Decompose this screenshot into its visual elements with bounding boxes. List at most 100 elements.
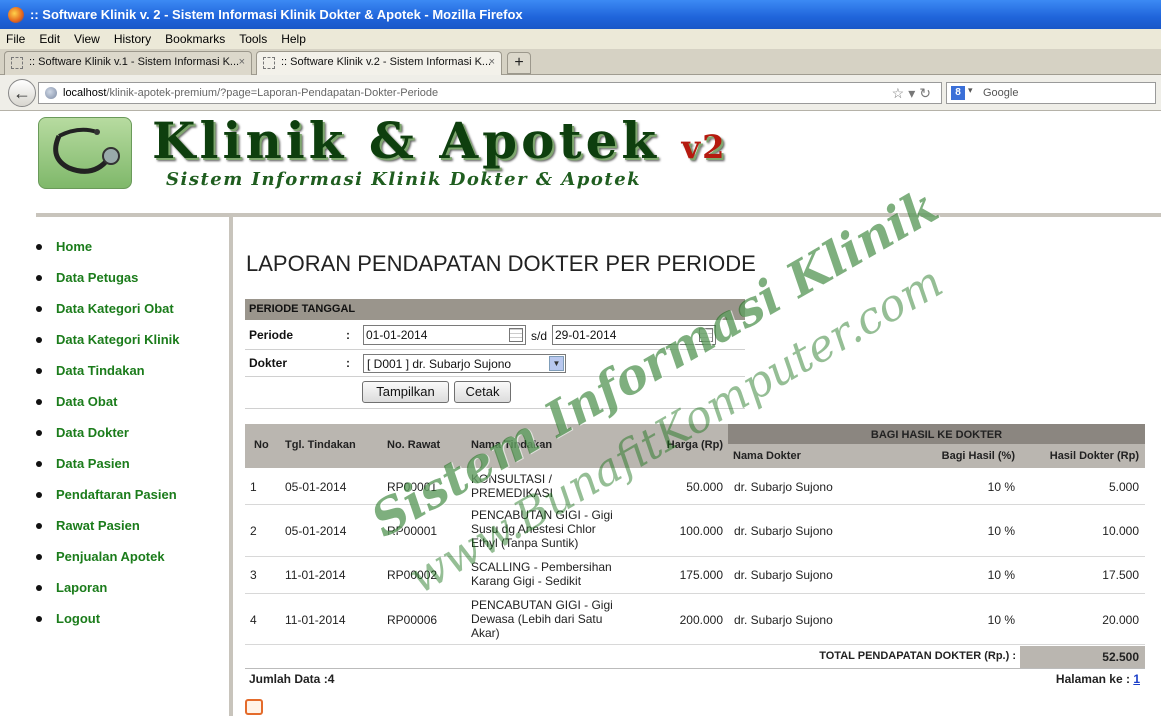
tampilkan-button[interactable]: Tampilkan xyxy=(362,381,449,403)
sidebar-item-data-obat[interactable]: Data Obat xyxy=(36,386,226,417)
sidebar-item-data-kategori-klinik[interactable]: Data Kategori Klinik xyxy=(36,324,226,355)
page-title: LAPORAN PENDAPATAN DOKTER PER PERIODE xyxy=(246,251,756,276)
sidebar-item-pendaftaran-pasien[interactable]: Pendaftaran Pasien xyxy=(36,479,226,510)
sidebar-item-data-petugas[interactable]: Data Petugas xyxy=(36,262,226,293)
cell-no: 2 xyxy=(250,524,257,538)
col-header-group-bagi-hasil: BAGI HASIL KE DOKTER xyxy=(870,429,1003,441)
col-header-no: No xyxy=(254,439,269,451)
tab-label: :: Software Klinik v.1 - Sistem Informas… xyxy=(29,56,240,68)
col-header-tgl-tindakan: Tgl. Tindakan xyxy=(285,439,356,451)
calendar-icon[interactable] xyxy=(509,328,523,342)
sidebar-item-data-pasien[interactable]: Data Pasien xyxy=(36,448,226,479)
window-titlebar: :: Software Klinik v. 2 - Sistem Informa… xyxy=(0,0,1161,29)
sidebar-item-data-kategori-obat[interactable]: Data Kategori Obat xyxy=(36,293,226,324)
tab-software-klinik-v1[interactable]: :: Software Klinik v.1 - Sistem Informas… xyxy=(4,51,252,75)
jumlah-label: Jumlah Data : xyxy=(249,672,328,686)
cell-tgl: 05-01-2014 xyxy=(285,524,347,538)
page-icon xyxy=(263,57,275,69)
dokter-select[interactable]: [ D001 ] dr. Subarjo Sujono ▼ xyxy=(363,354,566,373)
cell-nama-dokter: dr. Subarjo Sujono xyxy=(734,568,833,582)
cell-no: 4 xyxy=(250,613,257,627)
cell-harga: 175.000 xyxy=(679,568,723,582)
pagination: Halaman ke : 1 xyxy=(1000,672,1140,686)
form-divider xyxy=(245,408,745,409)
col-header-no-rawat: No. Rawat xyxy=(387,439,441,451)
menu-view[interactable]: View xyxy=(74,32,100,46)
dokter-colon: : xyxy=(346,356,350,370)
new-tab-button[interactable]: + xyxy=(507,52,531,74)
cell-no-rawat: RP00001 xyxy=(387,524,438,538)
dokter-selected-value: [ D001 ] dr. Subarjo Sujono xyxy=(367,357,512,371)
cetak-button[interactable]: Cetak xyxy=(454,381,511,403)
cell-nama-tindakan: PENCABUTAN GIGI - Gigi Susu dg Anestesi … xyxy=(471,508,613,550)
sidebar-item-data-dokter[interactable]: Data Dokter xyxy=(36,417,226,448)
url-bar[interactable]: localhost/klinik-apotek-premium/?page=La… xyxy=(38,82,942,104)
cell-nama-dokter: dr. Subarjo Sujono xyxy=(734,613,833,627)
navigation-bar: ← localhost/klinik-apotek-premium/?page=… xyxy=(0,75,1161,111)
cell-tgl: 11-01-2014 xyxy=(285,568,346,582)
search-engine-dropdown-icon[interactable]: ▾ xyxy=(968,85,973,96)
cell-hasil-dokter: 5.000 xyxy=(1108,480,1139,494)
calendar-icon[interactable] xyxy=(699,328,713,342)
date-separator: s/d xyxy=(531,329,548,343)
site-logo-title: Klinik & Apotek v2 xyxy=(152,111,726,170)
header-divider xyxy=(36,213,1161,217)
site-subtitle: Sistem Informasi Klinik Dokter & Apotek xyxy=(166,169,642,190)
page-icon xyxy=(11,57,23,69)
row-divider xyxy=(245,644,1145,645)
col-header-nama-dokter: Nama Dokter xyxy=(733,450,801,462)
date-to-field[interactable]: 29-01-2014 xyxy=(552,325,716,345)
sidebar-item-penjualan-apotek[interactable]: Penjualan Apotek xyxy=(36,541,226,572)
chevron-down-icon[interactable]: ▼ xyxy=(549,356,564,371)
sidebar-menu: Home Data Petugas Data Kategori Obat Dat… xyxy=(36,231,226,634)
close-icon[interactable]: × xyxy=(489,56,495,68)
stethoscope-logo-icon xyxy=(38,117,132,189)
sidebar-item-logout[interactable]: Logout xyxy=(36,603,226,634)
history-dropdown-icon[interactable]: ▾ xyxy=(908,85,919,101)
url-host: localhost xyxy=(63,87,107,99)
menu-edit[interactable]: Edit xyxy=(39,32,60,46)
cell-tgl: 05-01-2014 xyxy=(285,480,347,494)
cell-no-rawat: RP00006 xyxy=(387,613,438,627)
total-value: 52.500 xyxy=(1102,650,1139,664)
form-section-header: PERIODE TANGGAL xyxy=(245,299,745,320)
form-divider xyxy=(245,376,745,377)
page-link-1[interactable]: 1 xyxy=(1133,672,1140,686)
row-divider xyxy=(245,504,1145,505)
form-divider xyxy=(245,349,745,350)
menu-tools[interactable]: Tools xyxy=(239,32,267,46)
col-header-bagi-hasil: Bagi Hasil (%) xyxy=(941,450,1015,462)
search-input[interactable]: 8 ▾ Google xyxy=(946,82,1156,104)
bookmark-star-icon[interactable]: ☆ xyxy=(892,85,909,101)
reload-icon[interactable]: ↻ xyxy=(919,85,935,101)
cell-no-rawat: RP00001 xyxy=(387,480,438,494)
cell-hasil-dokter: 17.500 xyxy=(1102,568,1139,582)
sidebar-item-rawat-pasien[interactable]: Rawat Pasien xyxy=(36,510,226,541)
cell-nama-dokter: dr. Subarjo Sujono xyxy=(734,524,833,538)
url-path: /klinik-apotek-premium/?page=Laporan-Pen… xyxy=(106,87,439,99)
sidebar-item-data-tindakan[interactable]: Data Tindakan xyxy=(36,355,226,386)
sidebar-item-home[interactable]: Home xyxy=(36,231,226,262)
periode-colon: : xyxy=(346,328,350,342)
print-icon[interactable] xyxy=(245,699,263,715)
sidebar-item-laporan[interactable]: Laporan xyxy=(36,572,226,603)
menu-history[interactable]: History xyxy=(114,32,151,46)
menu-help[interactable]: Help xyxy=(281,32,306,46)
tab-software-klinik-v2[interactable]: :: Software Klinik v.2 - Sistem Informas… xyxy=(256,51,502,75)
back-arrow-icon[interactable]: ← xyxy=(8,79,36,107)
cell-harga: 50.000 xyxy=(686,480,723,494)
cell-bagi-hasil: 10 % xyxy=(987,480,1015,494)
menu-bookmarks[interactable]: Bookmarks xyxy=(165,32,225,46)
firefox-icon xyxy=(8,6,24,23)
menu-file[interactable]: File xyxy=(6,32,25,46)
window-title: :: Software Klinik v. 2 - Sistem Informa… xyxy=(30,7,523,22)
globe-icon xyxy=(45,87,57,99)
google-icon[interactable]: 8 xyxy=(951,86,965,100)
cell-nama-tindakan: PENCABUTAN GIGI - Gigi Dewasa (Lebih dar… xyxy=(471,598,613,640)
close-icon[interactable]: × xyxy=(239,56,245,68)
page-content: Klinik & Apotek v2 Sistem Informasi Klin… xyxy=(0,111,1161,716)
cell-no: 1 xyxy=(250,480,257,494)
cell-no: 3 xyxy=(250,568,257,582)
total-label: TOTAL PENDAPATAN DOKTER (Rp.) : xyxy=(819,650,1016,662)
date-from-field[interactable]: 01-01-2014 xyxy=(363,325,526,345)
